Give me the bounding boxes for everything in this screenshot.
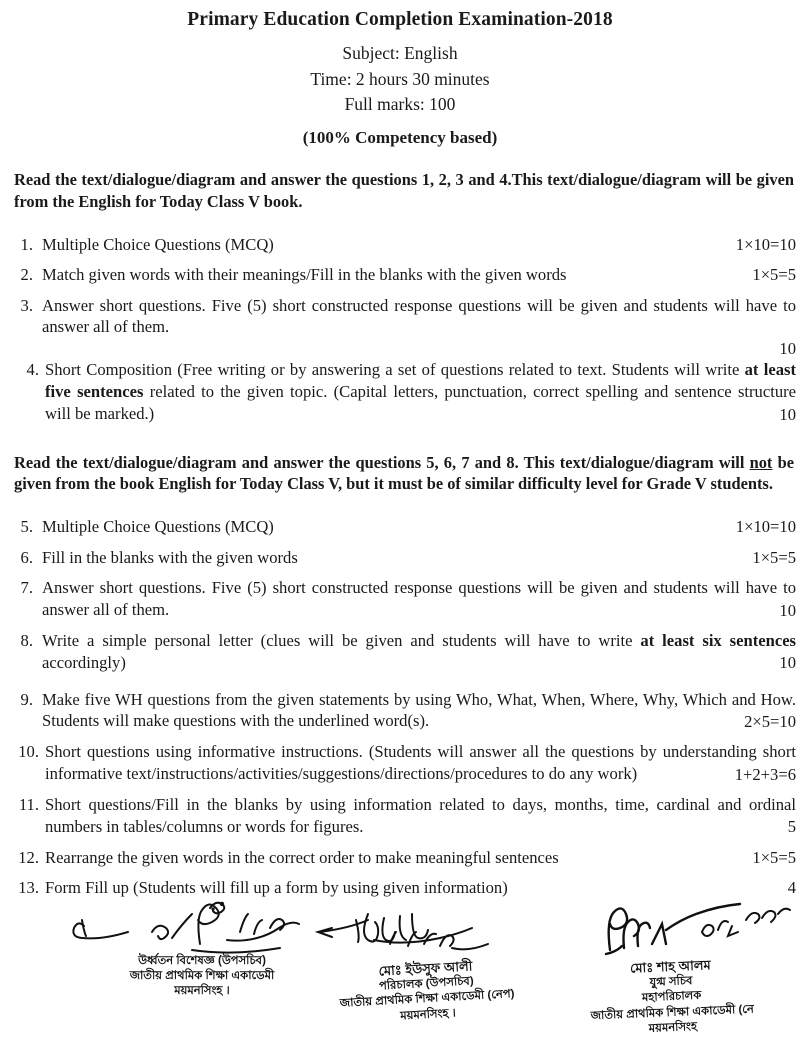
question-number: 7. bbox=[20, 578, 33, 598]
question-list-part-two: 5. 1×10=10 Multiple Choice Questions (MC… bbox=[0, 495, 800, 899]
question-number: 3. bbox=[20, 295, 33, 315]
question-number: 5. bbox=[20, 517, 33, 537]
question-marks: 1×10=10 bbox=[735, 517, 796, 537]
question-marks: 1×10=10 bbox=[735, 234, 796, 254]
signature-area: উর্ধ্বতন বিশেষজ্ঞ (উপসচিব) জাতীয় প্রাথম… bbox=[0, 888, 800, 1053]
subject-line: Subject: English bbox=[342, 43, 458, 64]
question-marks: 1×5=5 bbox=[752, 547, 796, 567]
question-text: Write a simple personal letter (clues wi… bbox=[42, 631, 641, 651]
question-text: Match given words with their meanings/Fi… bbox=[42, 265, 567, 285]
question-number: 12. bbox=[18, 847, 39, 867]
time-line: Time: 2 hours 30 minutes bbox=[310, 68, 490, 89]
handwritten-signature-icon bbox=[300, 904, 550, 960]
question-text: Multiple Choice Questions (MCQ) bbox=[42, 234, 274, 254]
signature-block-middle: মোঃ ইউসুফ আলী পরিচালক (উপসচিব) জাতীয় প্… bbox=[300, 904, 550, 1023]
question-item: 1. 1×10=10 Multiple Choice Questions (MC… bbox=[14, 234, 796, 256]
instruction-two-text-start: Read the text/dialogue/diagram and answe… bbox=[14, 452, 750, 472]
question-marks: 1×5=5 bbox=[752, 847, 796, 867]
question-text-continued: accordingly) bbox=[42, 652, 126, 672]
full-marks-line: Full marks: 100 bbox=[344, 93, 456, 114]
question-marks: 1×5=5 bbox=[752, 265, 796, 285]
question-list-part-one: 1. 1×10=10 Multiple Choice Questions (MC… bbox=[0, 213, 800, 426]
question-item: 7. Answer short questions. Five (5) shor… bbox=[14, 577, 796, 621]
question-number: 9. bbox=[20, 689, 33, 709]
question-number: 4. bbox=[26, 360, 39, 380]
instruction-one-text: Read the text/dialogue/diagram and answe… bbox=[14, 169, 794, 211]
instruction-two-underlined-word: not bbox=[749, 452, 773, 472]
exam-syllabus-page: Primary Education Completion Examination… bbox=[0, 0, 800, 1053]
question-item: 6. 1×5=5 Fill in the blanks with the giv… bbox=[14, 547, 796, 569]
question-item: 9. Make five WH questions from the given… bbox=[14, 689, 796, 733]
question-item: 2. 1×5=5 Match given words with their me… bbox=[14, 264, 796, 286]
question-text: Rearrange the given words in the correct… bbox=[45, 847, 559, 867]
question-text-emphasis: at least six sentences bbox=[640, 631, 797, 651]
instruction-block-two: Read the text/dialogue/diagram and answe… bbox=[0, 452, 800, 496]
question-item: 10. Short questions using informative in… bbox=[14, 741, 796, 785]
question-item: 4. Short Composition (Free writing or by… bbox=[14, 340, 796, 425]
question-number: 6. bbox=[20, 547, 33, 567]
question-item: 8. Write a simple personal letter (clues… bbox=[14, 630, 796, 674]
question-number: 8. bbox=[20, 631, 33, 651]
question-item: 12. 1×5=5 Rearrange the given words in t… bbox=[14, 847, 796, 869]
question-number: 2. bbox=[20, 265, 33, 285]
question-text: Multiple Choice Questions (MCQ) bbox=[42, 517, 274, 537]
exam-meta: Subject: English Time: 2 hours 30 minute… bbox=[0, 41, 800, 117]
question-item: 5. 1×10=10 Multiple Choice Questions (MC… bbox=[14, 516, 796, 538]
competency-note: (100% Competency based) bbox=[302, 127, 498, 147]
signature-caption: মোঃ ইউসুফ আলী পরিচালক (উপসচিব) জাতীয় প্… bbox=[300, 953, 553, 1030]
signature-caption: মোঃ শাহ আলম যুগ্ম সচিব মহাপরিচালক জাতীয়… bbox=[540, 953, 800, 1042]
question-marks: 10 bbox=[779, 653, 796, 673]
page-title: Primary Education Completion Examination… bbox=[187, 9, 613, 30]
document-header: Primary Education Completion Examination… bbox=[0, 0, 800, 148]
question-number: 1. bbox=[20, 234, 33, 254]
signature-block-right: মোঃ শাহ আলম যুগ্ম সচিব মহাপরিচালক জাতীয়… bbox=[540, 902, 800, 1036]
question-text: Fill in the blanks with the given words bbox=[42, 547, 298, 567]
question-text: Short Composition (Free writing or by an… bbox=[45, 360, 745, 380]
question-number: 10. bbox=[18, 742, 39, 762]
question-text: Answer short questions. Five (5) short c… bbox=[42, 295, 796, 337]
instruction-block-one: Read the text/dialogue/diagram and answe… bbox=[0, 169, 800, 213]
question-item: 11. Short questions/Fill in the blanks b… bbox=[14, 794, 796, 838]
question-number: 11. bbox=[18, 795, 39, 815]
handwritten-signature-icon bbox=[540, 902, 800, 958]
question-marks: 10 bbox=[779, 405, 796, 425]
